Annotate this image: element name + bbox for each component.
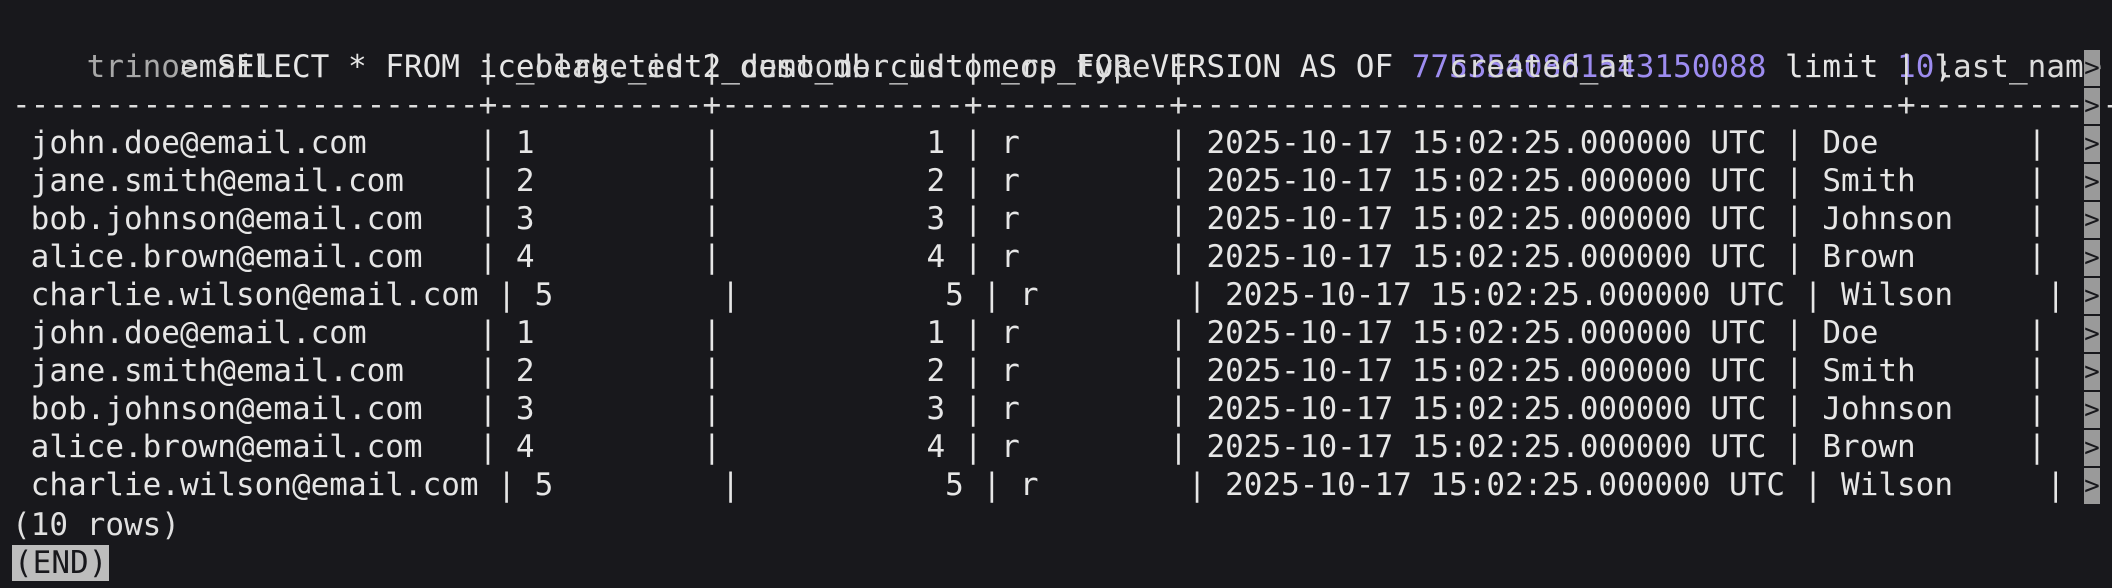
overflow-indicator: >: [2084, 354, 2100, 390]
overflow-indicator: >: [2084, 126, 2100, 162]
table-row: alice.brown@email.com | 4 | 4 | r | 2025…: [12, 429, 2047, 465]
table-row: alice.brown@email.com | 4 | 4 | r | 2025…: [12, 239, 2047, 275]
overflow-indicator: >: [2084, 278, 2100, 314]
table-row: charlie.wilson@email.com | 5 | 5 | r | 2…: [12, 277, 2065, 313]
table-row: bob.johnson@email.com | 3 | 3 | r | 2025…: [12, 201, 2047, 237]
table-header: email | _olake_id | customer_id | _op_ty…: [12, 49, 2112, 85]
row-count: (10 rows): [12, 507, 180, 543]
overflow-indicator: >: [2084, 164, 2100, 200]
overflow-indicator: >: [2084, 88, 2100, 124]
table-row: jane.smith@email.com | 2 | 2 | r | 2025-…: [12, 353, 2047, 389]
overflow-indicator: >: [2084, 240, 2100, 276]
terminal-window[interactable]: trino> SELECT * FROM iceberg.test2_demo_…: [0, 0, 2112, 588]
table-row: john.doe@email.com | 1 | 1 | r | 2025-10…: [12, 125, 2047, 161]
table-row: charlie.wilson@email.com | 5 | 5 | r | 2…: [12, 467, 2065, 503]
overflow-indicator: >: [2084, 430, 2100, 466]
overflow-indicator: >: [2084, 316, 2100, 352]
overflow-indicator: >: [2084, 392, 2100, 428]
table-row: jane.smith@email.com | 2 | 2 | r | 2025-…: [12, 163, 2047, 199]
overflow-indicator: >: [2084, 202, 2100, 238]
overflow-indicator: >: [2084, 50, 2100, 86]
query-line: trino> SELECT * FROM iceberg.test2_demo_…: [12, 10, 1953, 85]
table-row: john.doe@email.com | 1 | 1 | r | 2025-10…: [12, 315, 2047, 351]
table-row: bob.johnson@email.com | 3 | 3 | r | 2025…: [12, 391, 2047, 427]
pager-end-marker[interactable]: (END): [12, 545, 110, 581]
overflow-indicator: >: [2084, 468, 2100, 504]
table-divider: -------------------------+-----------+--…: [12, 87, 2112, 123]
